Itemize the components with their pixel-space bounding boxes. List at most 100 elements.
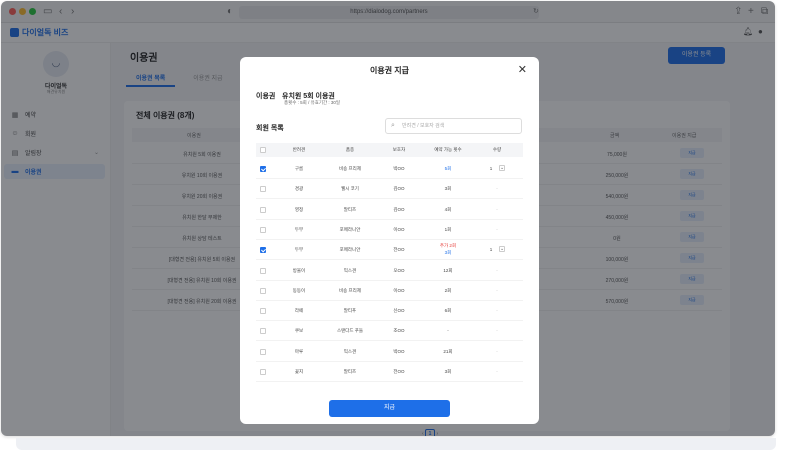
quantity-value: - — [496, 369, 498, 374]
available-cell: 21회 — [443, 348, 453, 354]
member-table: 반려견 품종 보호자 예약 가능 횟수 수량 구름 비숑 프리제 박OO 5회 1 ⌄ 경광… — [256, 143, 523, 389]
browser-window: ▭ ‹ › ◐ https://dialodog.com/partners ↻ … — [1, 1, 775, 436]
breed-cell: 스탠다드 푸들 — [336, 328, 364, 334]
quantity-value: - — [496, 206, 498, 212]
header-breed: 품종 — [345, 147, 355, 152]
dog-cell: 구름 — [294, 166, 304, 171]
breed-cell: 말티푸 — [343, 308, 357, 314]
breed-cell: 비숑 프리제 — [339, 287, 361, 293]
member-checkbox[interactable] — [260, 308, 266, 315]
close-icon[interactable]: ✕ — [518, 63, 527, 76]
available-cell: 3회 — [444, 250, 452, 256]
member-checkbox[interactable] — [260, 247, 266, 254]
search-placeholder: 반려견 / 보호자 검색 — [402, 123, 445, 129]
member-checkbox[interactable] — [260, 166, 266, 172]
available-cell: 2회 — [444, 287, 452, 293]
owner-cell: 이OO — [393, 226, 405, 232]
member-row[interactable]: 꽃지 말티즈 전OO 3회 - — [256, 362, 523, 382]
owner-cell: 김OO — [393, 186, 405, 192]
member-row[interactable]: 마루 믹스견 박OO 21회 - — [256, 342, 523, 362]
member-row[interactable]: 방울이 믹스견 오OO 12회 - — [256, 261, 523, 281]
member-row[interactable]: 경광 웰시 코기 김OO 3회 - — [256, 179, 523, 200]
owner-cell: 박OO — [393, 348, 405, 354]
owner-cell: 조OO — [393, 328, 405, 334]
quantity-value: - — [496, 308, 498, 314]
quantity-value: - — [496, 328, 498, 334]
window-shadow — [16, 438, 776, 450]
owner-cell: 김OO — [393, 206, 405, 212]
members-label: 회원 목록 — [256, 125, 284, 132]
quantity-value: - — [496, 287, 498, 293]
quantity-stepper[interactable]: ⌄ — [499, 165, 505, 171]
member-row[interactable]: 영정 말티즈 김OO 4회 - — [256, 200, 523, 220]
quantity-stepper[interactable]: ⌄ — [499, 246, 505, 253]
member-checkbox[interactable] — [260, 206, 266, 213]
dog-cell: 경광 — [294, 186, 304, 192]
header-dog: 반려견 — [292, 147, 306, 152]
available-cell: - — [447, 328, 449, 334]
member-checkbox[interactable] — [260, 267, 266, 274]
breed-cell: 비숑 프리제 — [339, 166, 361, 171]
modal-title: 이용권 지급 — [369, 66, 410, 75]
owner-cell: 전OO — [393, 247, 405, 253]
give-ticket-modal: 이용권 지급 ✕ 이용권 유치원 5회 이용권 총횟수 : 5회 / 유효기간 … — [240, 57, 539, 424]
dog-cell: 두부 — [294, 247, 304, 253]
member-checkbox[interactable] — [260, 186, 266, 193]
quantity-value: - — [496, 267, 498, 273]
breed-cell: 포메라니안 — [339, 247, 361, 253]
member-row[interactable]: 동동이 비숑 프리제 이OO 2회 - — [256, 281, 523, 301]
quantity-value: - — [496, 186, 498, 192]
quantity-value: 1 — [489, 166, 493, 171]
ticket-label: 이용권 — [256, 93, 276, 100]
dog-cell: 쿠보 — [294, 328, 304, 334]
dog-cell: 동동이 — [292, 287, 306, 293]
member-row[interactable]: 쿠보 스탠다드 푸들 조OO - - — [256, 321, 523, 342]
member-row[interactable]: 두부 포메라니안 전OO 추가 2회 3회 1 ⌄ — [256, 240, 523, 261]
available-cell: 12회 — [443, 267, 453, 273]
available-cell: 3회 — [444, 369, 452, 374]
breed-cell: 믹스견 — [343, 267, 357, 273]
member-checkbox[interactable] — [260, 348, 266, 355]
member-row[interactable]: 두부 포메라니안 이OO 1회 - — [256, 220, 523, 240]
give-button[interactable]: 지급 — [329, 400, 450, 417]
available-cell: 4회 — [444, 206, 452, 212]
header-owner: 보호자 — [392, 147, 406, 152]
available-cell: 6회 — [444, 308, 452, 314]
quantity-value: - — [496, 226, 498, 232]
owner-cell: 박OO — [393, 166, 405, 171]
available-cell: 3회 — [444, 186, 452, 192]
member-row[interactable]: 라떼 말티푸 신OO 6회 - — [256, 301, 523, 322]
search-icon: ⌕ — [391, 122, 395, 129]
header-quantity: 수량 — [492, 147, 502, 152]
member-checkbox[interactable] — [260, 369, 266, 375]
quantity-value: - — [496, 348, 498, 354]
available-extra-cell: 추가 2회 — [439, 243, 457, 249]
breed-cell: 웰시 코기 — [341, 186, 359, 192]
member-checkbox[interactable] — [260, 328, 266, 335]
available-cell: 5회 — [444, 166, 452, 171]
member-table-header: 반려견 품종 보호자 예약 가능 횟수 수량 — [256, 143, 523, 157]
dog-cell: 꽃지 — [294, 369, 304, 374]
owner-cell: 이OO — [393, 287, 405, 293]
dog-cell: 라떼 — [294, 308, 304, 314]
member-checkbox[interactable] — [260, 226, 266, 233]
breed-cell: 믹스견 — [343, 348, 357, 354]
breed-cell: 말티즈 — [343, 369, 357, 374]
dog-cell: 방울이 — [292, 267, 306, 273]
ticket-meta: 총횟수 : 5회 / 유효기간 : 30일 — [284, 100, 341, 105]
owner-cell: 오OO — [393, 267, 405, 273]
member-checkbox[interactable] — [260, 287, 266, 294]
breed-cell: 포메라니안 — [339, 226, 361, 232]
member-row[interactable]: 보리토이 푸들차OO3회- — [256, 382, 523, 389]
owner-cell: 신OO — [393, 308, 405, 314]
dog-cell: 두부 — [294, 226, 304, 232]
owner-cell: 전OO — [393, 369, 405, 374]
select-all-checkbox[interactable] — [260, 147, 266, 153]
quantity-value: 1 — [489, 247, 493, 253]
breed-cell: 말티즈 — [343, 206, 357, 212]
available-cell: 1회 — [444, 226, 452, 232]
dog-cell: 마루 — [294, 348, 304, 354]
member-search-input[interactable]: ⌕ 반려견 / 보호자 검색 — [385, 118, 522, 134]
member-row[interactable]: 구름 비숑 프리제 박OO 5회 1 ⌄ — [256, 159, 523, 179]
dog-cell: 영정 — [294, 206, 304, 212]
